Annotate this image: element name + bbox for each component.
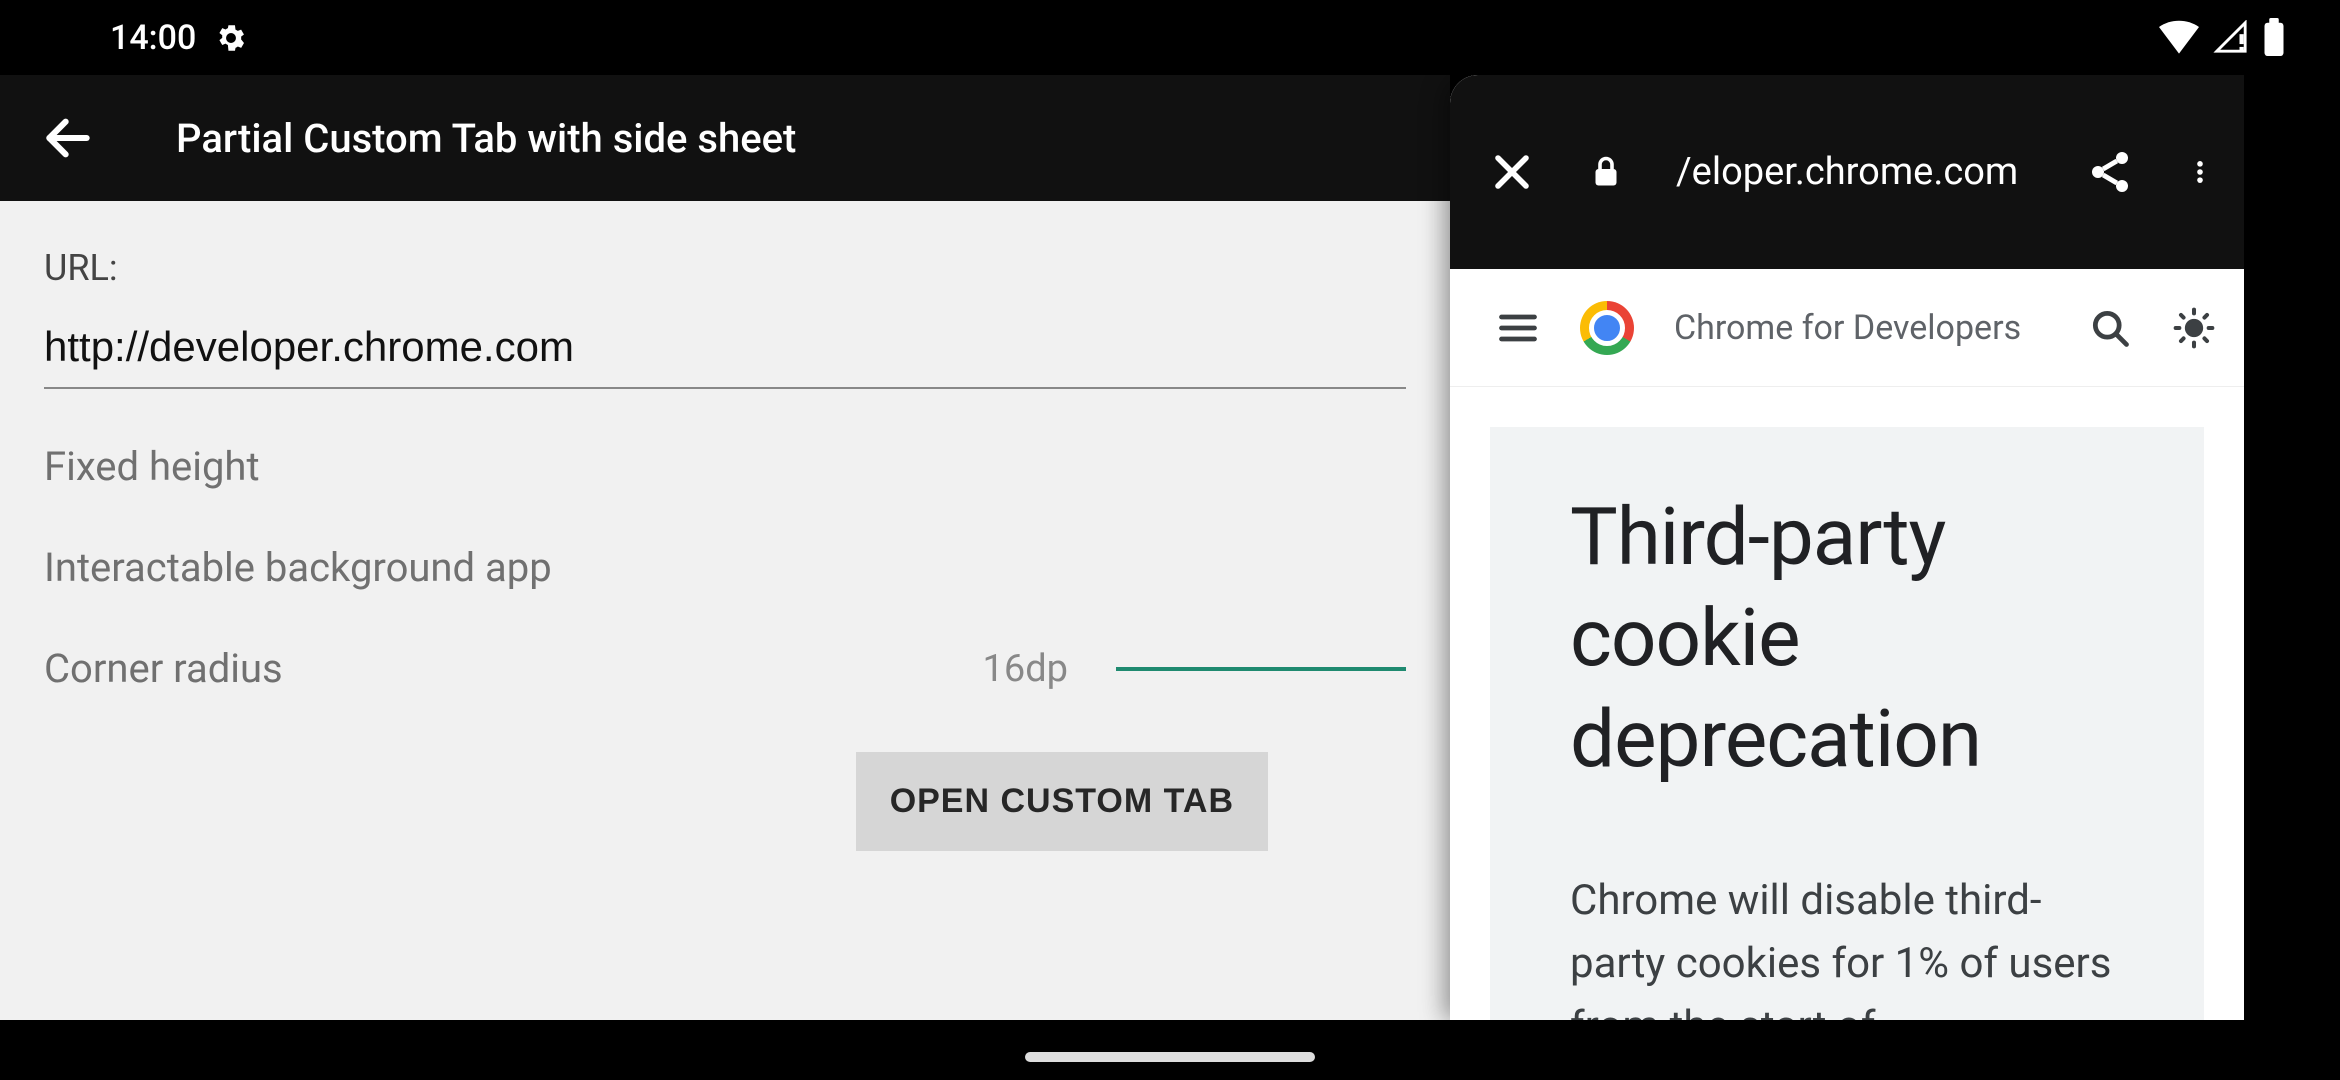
app-title: Partial Custom Tab with side sheet [176, 115, 796, 162]
cellular-alert-icon [2213, 20, 2249, 54]
custom-tab-toolbar: /eloper.chrome.com [1450, 75, 2244, 269]
more-menu-icon[interactable] [2186, 148, 2214, 196]
open-custom-tab-button[interactable]: OPEN CUSTOM TAB [856, 752, 1268, 851]
gear-icon [214, 21, 248, 55]
fixed-height-label: Fixed height [44, 443, 260, 490]
article-body: Chrome will disable third-party cookies … [1570, 869, 2124, 1020]
background-app: Partial Custom Tab with side sheet URL: … [0, 75, 1450, 1020]
custom-tab-url[interactable]: /eloper.chrome.com [1676, 150, 2034, 194]
app-bar: Partial Custom Tab with side sheet [0, 75, 1450, 201]
lock-icon [1588, 148, 1624, 196]
site-header: Chrome for Developers [1450, 269, 2244, 387]
battery-icon [2263, 18, 2285, 56]
wifi-icon [2159, 20, 2199, 54]
chrome-logo-icon [1580, 301, 1634, 355]
article-card: Third-party cookie deprecation Chrome wi… [1490, 427, 2204, 1020]
fixed-height-option[interactable]: Fixed height [44, 443, 1406, 490]
search-icon[interactable] [2088, 306, 2132, 350]
interactable-background-option[interactable]: Interactable background app [44, 544, 1406, 591]
corner-radius-value: 16dp [983, 647, 1068, 691]
url-input[interactable] [44, 317, 1406, 389]
article-heading: Third-party cookie deprecation [1570, 487, 2124, 789]
site-name[interactable]: Chrome for Developers [1674, 308, 2048, 348]
share-icon[interactable] [2086, 148, 2134, 196]
hamburger-menu-icon[interactable] [1496, 306, 1540, 350]
close-icon[interactable] [1488, 148, 1536, 196]
theme-toggle-icon[interactable] [2172, 306, 2216, 350]
custom-tab-page[interactable]: Chrome for Developers Third-party cookie… [1450, 269, 2244, 1020]
status-bar: 14:00 [0, 0, 2340, 75]
interactable-bg-label: Interactable background app [44, 544, 552, 591]
corner-radius-label: Corner radius [44, 645, 283, 692]
url-label: URL: [44, 247, 1406, 289]
corner-radius-option: Corner radius 16dp [44, 645, 1406, 692]
gesture-pill[interactable] [1025, 1052, 1315, 1062]
corner-radius-slider[interactable] [1116, 667, 1406, 671]
back-button[interactable] [40, 110, 96, 166]
custom-tab-side-sheet: /eloper.chrome.com Chrome for Developers [1450, 75, 2244, 1020]
status-time: 14:00 [110, 18, 196, 58]
navigation-bar [0, 1020, 2340, 1080]
